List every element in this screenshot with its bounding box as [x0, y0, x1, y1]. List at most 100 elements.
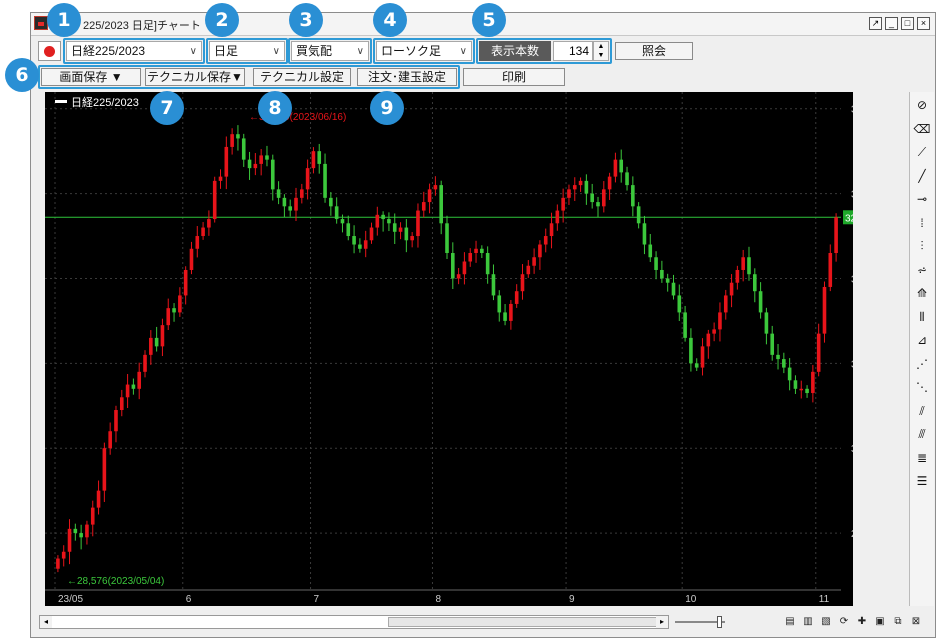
price-type-select[interactable]: 買気配 ∨ — [291, 41, 369, 61]
candle-body — [631, 185, 635, 207]
candle-body — [462, 261, 467, 275]
fibonacci-retracement-icon[interactable]: ⩫ — [913, 261, 931, 279]
candle-body — [398, 227, 403, 232]
technical-settings-button[interactable]: テクニカル設定 — [253, 68, 351, 86]
candle-body — [456, 274, 461, 279]
candle-body — [485, 253, 490, 275]
candle-body — [596, 202, 600, 207]
candle-body — [288, 206, 293, 211]
candle-body — [607, 176, 612, 190]
display-count-label: 表示本数 — [479, 41, 551, 61]
candle-body — [700, 346, 705, 368]
refresh-icon[interactable]: ⟳ — [837, 615, 851, 629]
order-settings-button[interactable]: 注文･建玉設定 — [357, 68, 457, 86]
candle-body — [799, 388, 804, 391]
close-button[interactable]: × — [917, 17, 930, 30]
regression-icon[interactable]: ⫻ — [913, 425, 931, 443]
x-tick-label: 6 — [186, 594, 192, 605]
chevron-down-icon: ∨ — [189, 46, 197, 57]
display-count-input[interactable]: 134 — [553, 41, 593, 61]
candle-body — [793, 380, 798, 389]
zoom-slider[interactable] — [675, 616, 725, 628]
chart-style-select[interactable]: ローソク足 ∨ — [376, 41, 472, 61]
save-screen-button[interactable]: 画面保存 ▼ — [41, 68, 141, 86]
candle-body — [474, 248, 478, 254]
candle-body — [154, 337, 159, 347]
display-count-spinner[interactable]: ▲ ▼ — [593, 41, 609, 61]
x-tick-label: 10 — [685, 594, 697, 605]
candle-body — [247, 159, 252, 169]
close-window-icon[interactable]: ⊠ — [909, 615, 923, 629]
y-tick-label: 34000 — [851, 105, 853, 116]
candle-body — [572, 185, 577, 190]
vertical-line-icon[interactable]: ⁞ — [913, 214, 931, 232]
candlestick-chart[interactable]: 29000 30000 31000 32000 33000 34000 23/05 6 7 8 9 1… — [45, 92, 879, 606]
candle-body — [567, 189, 571, 198]
spin-down-icon[interactable]: ▼ — [594, 51, 608, 60]
tile-icon[interactable]: ⧉ — [891, 615, 905, 629]
candle-body — [102, 448, 107, 491]
eraser-icon[interactable]: ⌫ — [913, 120, 931, 138]
no-entry-icon[interactable]: ⊘ — [913, 96, 931, 114]
candle-body — [259, 155, 263, 164]
candle-body — [712, 329, 716, 334]
gann-grid-icon[interactable]: ⋰ — [913, 355, 931, 373]
image-icon[interactable]: ▧ — [819, 615, 833, 629]
symbol-select[interactable]: 日経225/2023 ∨ — [66, 41, 202, 61]
scroll-left-icon[interactable]: ◂ — [40, 616, 52, 628]
cycle-icon[interactable]: ⋱ — [913, 378, 931, 396]
candle-body — [375, 214, 380, 228]
inquiry-button[interactable]: 照会 — [615, 42, 693, 60]
horizontal-line-icon[interactable]: ⊸ — [913, 190, 931, 208]
popout-icon[interactable]: ↗ — [869, 17, 882, 30]
new-page-icon[interactable]: ▤ — [783, 615, 797, 629]
candle-body — [183, 269, 188, 296]
candle-body — [294, 197, 298, 211]
candle-body — [201, 227, 205, 237]
print-button[interactable]: 印刷 — [463, 68, 565, 86]
badge-3: 3 — [289, 3, 323, 37]
settings-list-icon[interactable]: ≣ — [913, 449, 931, 467]
candle-body — [752, 274, 757, 292]
badge-9: 9 — [370, 91, 404, 125]
copy-icon[interactable]: ▥ — [801, 615, 815, 629]
candle-body — [445, 223, 449, 254]
fibonacci-icon[interactable]: ⫶ — [913, 237, 931, 255]
candle-body — [834, 217, 838, 254]
scroll-thumb[interactable] — [388, 617, 658, 627]
y-tick-label: 32000 — [851, 274, 853, 285]
chart-style-value: ローソク足 — [381, 44, 442, 58]
text-list-icon[interactable]: ☰ — [913, 472, 931, 490]
trend-line-icon[interactable]: ⟋ — [913, 143, 931, 161]
app-icon — [34, 16, 48, 30]
candle-body — [241, 138, 246, 160]
spin-up-icon[interactable]: ▲ — [594, 42, 608, 51]
candle-body — [509, 303, 513, 321]
save-technical-button[interactable]: テクニカル保存▼ — [145, 68, 245, 86]
candle-body — [119, 397, 124, 411]
candle-body — [56, 558, 60, 569]
period-select[interactable]: 日足 ∨ — [209, 41, 285, 61]
channel-icon[interactable]: ⫽ — [913, 402, 931, 420]
current-price-label: 32721 — [845, 213, 853, 224]
horizontal-scrollbar[interactable]: ◂ ▸ — [39, 615, 669, 629]
plus-icon[interactable]: ✚ — [855, 615, 869, 629]
fan-icon[interactable]: ⟰ — [913, 284, 931, 302]
window-icon[interactable]: ▣ — [873, 615, 887, 629]
candle-body — [584, 180, 589, 194]
japan-flag-icon[interactable] — [38, 41, 61, 61]
candle-body — [160, 325, 165, 347]
candle-body — [334, 206, 339, 220]
gann-fan-icon[interactable]: ⊿ — [913, 331, 931, 349]
candle-body — [578, 180, 583, 186]
badge-6: 6 — [5, 58, 39, 92]
minimize-button[interactable]: _ — [885, 17, 898, 30]
slider-knob[interactable] — [717, 616, 722, 628]
line-icon[interactable]: ╱ — [913, 167, 931, 185]
price-type-value: 買気配 — [296, 44, 333, 58]
maximize-button[interactable]: □ — [901, 17, 914, 30]
badge-1: 1 — [47, 3, 81, 37]
scroll-right-icon[interactable]: ▸ — [656, 616, 668, 628]
price-chart[interactable]: 29000 30000 31000 32000 33000 34000 23/05 6 7 8 9 1… — [45, 92, 879, 606]
parallel-lines-icon[interactable]: ⫴ — [913, 308, 931, 326]
